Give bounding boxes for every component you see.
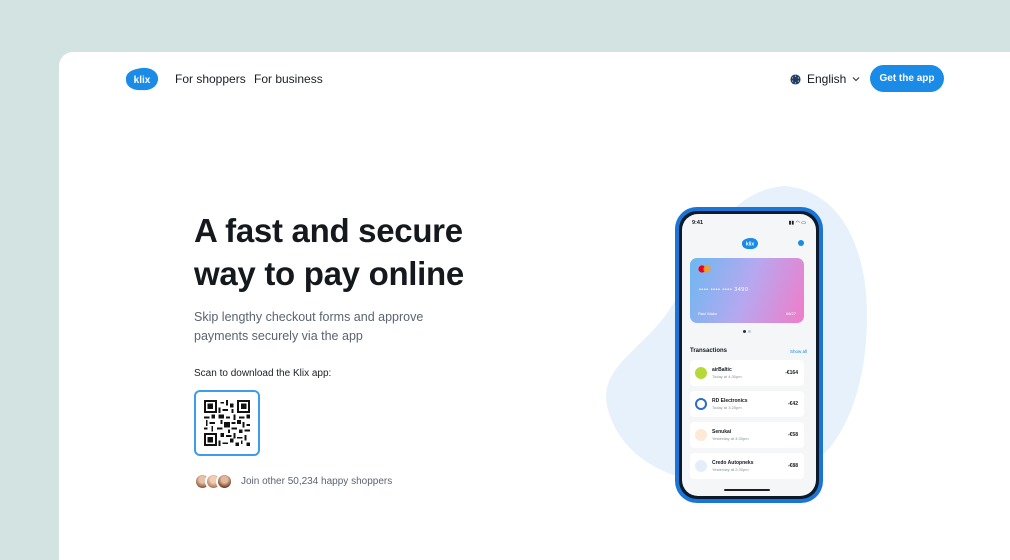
transactions-title: Transactions [690, 348, 728, 354]
headline-line-1: A fast and secure [194, 212, 463, 249]
phone-bezel: 9:41 ▮▮ ◠ ▭ klix •••• •••• •••• 3490 Rau… [679, 211, 819, 499]
transaction-name: airBaltic [712, 367, 732, 373]
transaction-amount: -€58 [787, 432, 798, 438]
get-the-app-button[interactable]: Get the app [870, 65, 944, 92]
svg-text:klix: klix [134, 75, 151, 86]
rd-electronics-icon [695, 398, 707, 410]
card-number: •••• •••• •••• 3490 [699, 287, 749, 293]
social-proof: Join other 50,234 happy shoppers [194, 473, 392, 490]
transaction-date: Today at 3:25pm [712, 405, 742, 410]
browser-page: klix For shoppers For business English G… [59, 52, 1010, 560]
credo-autopneks-icon [695, 460, 707, 472]
klix-logo[interactable]: klix [124, 66, 160, 92]
qr-code-icon [204, 400, 250, 446]
status-time: 9:41 [692, 220, 704, 226]
headline-line-2: way to pay online [194, 255, 464, 292]
hero-subtitle: Skip lengthy checkout forms and approve … [194, 310, 424, 343]
language-selector[interactable]: English [790, 72, 860, 86]
language-label: English [807, 72, 847, 86]
chevron-down-icon [852, 77, 860, 82]
transaction-name: Senukai [712, 429, 732, 435]
transaction-amount: -€42 [787, 401, 798, 407]
mastercard-icon [698, 265, 711, 273]
senukai-icon [695, 429, 707, 441]
phone-screen: 9:41 ▮▮ ◠ ▭ klix •••• •••• •••• 3490 Rau… [682, 214, 816, 496]
transaction-row[interactable]: Senukai Yesterday at 4:30pm -€58 [690, 422, 804, 448]
card-expiry: 06/27 [785, 311, 796, 316]
nav-for-business[interactable]: For business [254, 72, 323, 86]
transaction-amount: -€164 [785, 370, 798, 376]
klix-app-logo: klix [741, 237, 759, 250]
qr-code[interactable] [194, 390, 260, 456]
notification-icon[interactable] [798, 240, 804, 246]
payment-card[interactable]: •••• •••• •••• 3490 Raul Mako 06/27 [690, 258, 804, 323]
card-holder: Raul Mako [698, 311, 718, 316]
transaction-amount: -€88 [787, 463, 798, 469]
scan-label: Scan to download the Klix app: [194, 368, 332, 379]
nav-for-shoppers[interactable]: For shoppers [175, 72, 246, 86]
transaction-row[interactable]: Credo Autopneks Yesterday at 2:30pm -€88 [690, 453, 804, 479]
transaction-name: Credo Autopneks [712, 460, 754, 466]
top-nav: klix For shoppers For business English G… [59, 52, 1010, 106]
phone-mockup: 9:41 ▮▮ ◠ ▭ klix •••• •••• •••• 3490 Rau… [675, 207, 823, 503]
social-proof-text: Join other 50,234 happy shoppers [241, 476, 393, 487]
status-icons: ▮▮ ◠ ▭ [788, 220, 806, 226]
transaction-date: Today at 4:30pm [712, 374, 742, 379]
globe-icon [790, 73, 801, 85]
airbaltic-icon [695, 367, 707, 379]
carousel-dots [743, 330, 751, 333]
svg-text:klix: klix [746, 242, 755, 248]
avatar [216, 473, 233, 490]
transaction-row[interactable]: airBaltic Today at 4:30pm -€164 [690, 360, 804, 386]
home-indicator [724, 489, 770, 491]
transaction-row[interactable]: RD Electronics Today at 3:25pm -€42 [690, 391, 804, 417]
page-title: A fast and secure way to pay online [194, 209, 514, 295]
show-all-link[interactable]: Show all [790, 349, 807, 354]
transaction-name: RD Electronics [712, 398, 748, 404]
transaction-date: Yesterday at 4:30pm [712, 436, 749, 441]
transaction-date: Yesterday at 2:30pm [712, 467, 749, 472]
avatar-group [194, 473, 233, 490]
